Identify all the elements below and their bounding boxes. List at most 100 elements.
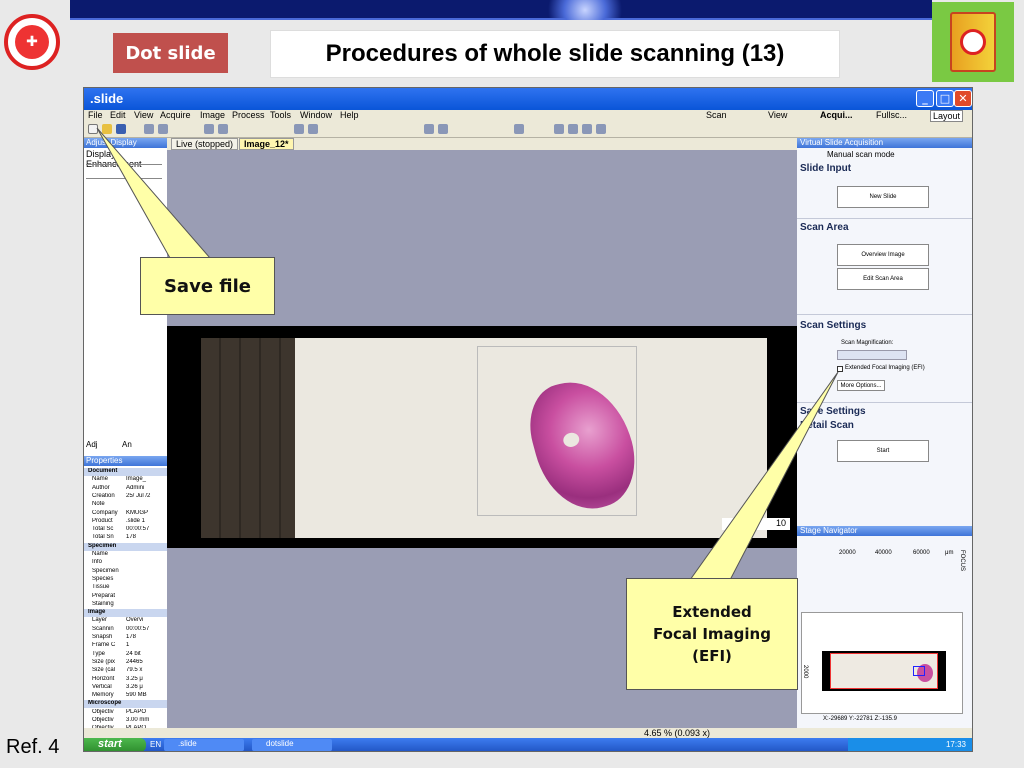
property-value: .slide 1 <box>126 517 146 524</box>
efi-callout-line-3: (EFI) <box>692 647 732 665</box>
stage-view-box[interactable] <box>913 666 925 676</box>
property-row: Info <box>84 559 167 567</box>
start-button-taskbar[interactable]: start <box>84 738 146 751</box>
window-titlebar: .slide _ □ ✕ <box>84 88 972 110</box>
property-key: Specimen <box>92 567 119 574</box>
mini-tab-annotation[interactable]: An <box>122 440 132 449</box>
property-key: Objectiv <box>92 717 114 723</box>
close-button[interactable]: ✕ <box>954 90 972 107</box>
live-icon[interactable] <box>438 124 448 134</box>
adjust-display-header: Adjust Display <box>84 138 167 148</box>
stage-map[interactable]: 2000 <box>801 612 963 714</box>
layout-button[interactable]: Layout <box>930 110 964 122</box>
property-value: 79.5 x <box>126 667 143 674</box>
properties-header: Properties <box>84 456 167 466</box>
property-row: Total Sn 178 <box>84 534 167 542</box>
objective-icon-3[interactable] <box>596 124 606 134</box>
property-section-label: Microscope <box>88 700 122 707</box>
property-key: Memory <box>92 692 114 699</box>
property-row: Memory 590 MB <box>84 692 167 700</box>
camera-icon[interactable] <box>424 124 434 134</box>
zoom-icon[interactable] <box>204 124 214 134</box>
book-emblem-icon <box>960 29 986 55</box>
zoom-status: 4.65 % (0.093 x) <box>644 728 711 738</box>
objective-icon-2[interactable] <box>582 124 592 134</box>
more-options-button[interactable]: More Options... <box>837 380 885 391</box>
x-tick-label: 40000 <box>875 550 892 556</box>
property-value: KMUGP <box>126 509 149 516</box>
menu-help[interactable]: Help <box>340 110 359 120</box>
property-value: Admini <box>126 484 145 491</box>
property-key: Name <box>92 476 109 483</box>
menu-acquire[interactable]: Acquire <box>160 110 191 120</box>
property-section-label: Image <box>88 609 106 616</box>
acquisition-header: Virtual Slide Acquisition <box>797 138 972 148</box>
redo-icon[interactable] <box>158 124 168 134</box>
save-file-callout: Save file <box>140 257 275 315</box>
property-key: Snapsh <box>92 634 113 640</box>
mode-tab-fullscreen[interactable]: Fullsc... <box>876 110 907 120</box>
property-row: Author Admini <box>84 485 167 493</box>
property-key: Creation <box>92 492 115 499</box>
menu-process[interactable]: Process <box>232 110 265 120</box>
property-value: 00:00:57 <box>126 625 150 632</box>
menu-tools[interactable]: Tools <box>270 110 291 120</box>
pan-icon[interactable] <box>218 124 228 134</box>
overview-image-button[interactable]: Overview Image <box>837 244 929 266</box>
open-icon[interactable] <box>102 124 112 134</box>
menu-view[interactable]: View <box>134 110 153 120</box>
x-tick-label: 60000 <box>913 550 930 556</box>
property-value: 3.25 μ <box>126 675 143 682</box>
save-icon[interactable] <box>116 124 126 134</box>
property-row: Name Image_ <box>84 476 167 484</box>
undo-icon[interactable] <box>144 124 154 134</box>
property-key: Name <box>92 551 109 557</box>
main-toolbar <box>84 122 972 138</box>
maximize-button[interactable]: □ <box>936 90 954 107</box>
tab-image[interactable]: Image_12* <box>239 138 294 150</box>
mode-tab-scan[interactable]: Scan <box>706 110 727 120</box>
menu-window[interactable]: Window <box>300 110 332 120</box>
property-row: Snapsh 178 <box>84 634 167 642</box>
menu-edit[interactable]: Edit <box>110 110 126 120</box>
start-button[interactable]: Start <box>837 440 929 462</box>
color-icon[interactable] <box>514 124 524 134</box>
mode-tab-view[interactable]: View <box>768 110 787 120</box>
mode-tab-acquire[interactable]: Acqui... <box>820 110 853 120</box>
edit-scan-area-button[interactable]: Edit Scan Area <box>837 268 929 290</box>
brightness-slider[interactable] <box>86 164 162 165</box>
property-row: Product .slide 1 <box>84 518 167 526</box>
property-row: Company KMUGP <box>84 510 167 518</box>
grid-icon[interactable] <box>554 124 564 134</box>
tab-live[interactable]: Live (stopped) <box>171 138 239 150</box>
minimize-button[interactable]: _ <box>916 90 934 107</box>
task-slide[interactable]: .slide <box>164 739 244 751</box>
save-settings-title: Save Settings <box>800 406 866 417</box>
task-dotslide[interactable]: dotslide <box>252 739 332 751</box>
slide-input-title: Slide Input <box>800 163 852 174</box>
property-row: Frame C 1 <box>84 642 167 650</box>
objective-icon[interactable] <box>568 124 578 134</box>
property-key: Total Sc <box>92 526 114 533</box>
menu-file[interactable]: File <box>88 110 103 120</box>
property-key: Species <box>92 575 114 582</box>
property-value: 1 <box>126 642 130 649</box>
mini-tab-adjust[interactable]: Adj <box>86 440 98 449</box>
property-section: Document <box>84 468 167 476</box>
language-indicator[interactable]: EN <box>150 740 161 749</box>
slide-image: 10 <box>167 326 797 548</box>
menu-image[interactable]: Image <box>200 110 225 120</box>
property-value: PLAPO <box>126 708 147 715</box>
contrast-slider[interactable] <box>86 178 162 179</box>
new-slide-button[interactable]: New Slide <box>837 186 929 208</box>
efi-checkbox[interactable] <box>837 366 843 372</box>
top-decor-glow <box>540 0 630 20</box>
magnification-buttons[interactable] <box>837 350 907 360</box>
system-clock: 17:33 <box>848 738 972 751</box>
property-section: Microscope <box>84 700 167 709</box>
university-logo: ✚ <box>4 14 60 70</box>
fit-icon[interactable] <box>294 124 304 134</box>
magnify-icon[interactable] <box>308 124 318 134</box>
scan-settings-title: Scan Settings <box>800 320 867 331</box>
new-icon[interactable] <box>88 124 98 134</box>
